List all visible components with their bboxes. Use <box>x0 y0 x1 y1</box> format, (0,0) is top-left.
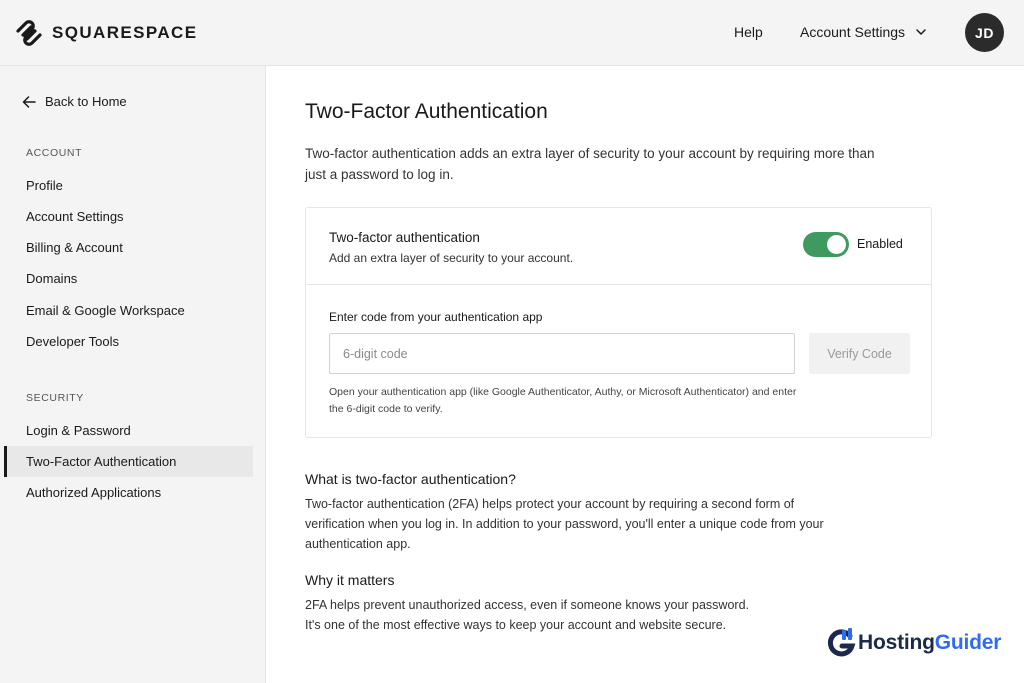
verify-code-button[interactable]: Verify Code <box>809 333 910 374</box>
what-is-2fa-heading: What is two-factor authentication? <box>305 471 516 487</box>
what-is-2fa-text: Two-factor authentication (2FA) helps pr… <box>305 497 824 551</box>
account-settings-menu[interactable]: Account Settings <box>800 24 927 40</box>
intro-text: Two-factor authentication adds an extra … <box>305 146 875 182</box>
watermark-text: HostingGuider <box>858 631 1001 655</box>
avatar[interactable]: JD <box>965 13 1004 52</box>
why-it-matters-text-1: 2FA helps prevent unauthorized access, e… <box>305 598 750 612</box>
toggle-status-label: Enabled <box>857 237 903 251</box>
sidebar-item-two-factor[interactable]: Two-Factor Authentication <box>4 446 253 477</box>
security-section-title: SECURITY <box>26 392 84 404</box>
back-to-home-label: Back to Home <box>45 94 127 109</box>
brand-name: SQUARESPACE <box>52 23 198 42</box>
why-it-matters-heading: Why it matters <box>305 572 395 588</box>
squarespace-logo-icon <box>16 20 42 46</box>
sidebar-item-account-settings[interactable]: Account Settings <box>4 201 253 232</box>
sidebar-item-authorized-apps[interactable]: Authorized Applications <box>4 477 253 508</box>
hostingguider-watermark: HostingGuider <box>826 627 1001 659</box>
toggle-knob <box>827 235 846 254</box>
watermark-text-part1: Hosting <box>858 631 935 654</box>
two-factor-status-row: Two-factor authentication Add an extra l… <box>306 208 931 285</box>
sidebar-item-email-workspace[interactable]: Email & Google Workspace <box>4 295 253 326</box>
code-field-label: Enter code from your authentication app <box>329 310 543 324</box>
sidebar-item-developer-tools[interactable]: Developer Tools <box>4 326 253 357</box>
account-settings-label: Account Settings <box>800 24 906 40</box>
sidebar-item-billing[interactable]: Billing & Account <box>4 232 253 263</box>
card-title: Two-factor authentication <box>329 230 480 245</box>
page-title: Two-Factor Authentication <box>305 100 548 123</box>
code-help-text: Open your authentication app (like Googl… <box>329 386 797 415</box>
chevron-down-icon <box>916 29 926 35</box>
two-factor-card: Two-factor authentication Add an extra l… <box>305 207 932 438</box>
verification-code-input[interactable] <box>329 333 795 374</box>
account-section-title: ACCOUNT <box>26 147 83 159</box>
sidebar: Back to Home ACCOUNT Profile Account Set… <box>0 66 266 683</box>
watermark-text-part2: Guider <box>934 631 1002 654</box>
help-link[interactable]: Help <box>734 24 763 40</box>
why-it-matters-text-2: It's one of the most effective ways to k… <box>305 618 727 632</box>
sidebar-item-profile[interactable]: Profile <box>4 170 253 201</box>
two-factor-toggle[interactable] <box>803 232 849 257</box>
arrow-left-icon <box>22 95 36 108</box>
top-bar: SQUARESPACE Help Account Settings JD <box>0 0 1024 66</box>
squarespace-logo[interactable]: SQUARESPACE <box>14 18 197 48</box>
card-subtitle: Add an extra layer of security to your a… <box>329 251 574 265</box>
sidebar-item-login-password[interactable]: Login & Password <box>4 415 253 446</box>
sidebar-item-domains[interactable]: Domains <box>4 263 253 294</box>
hostingguider-logo-icon <box>827 628 856 657</box>
back-to-home-link[interactable]: Back to Home <box>22 94 127 109</box>
